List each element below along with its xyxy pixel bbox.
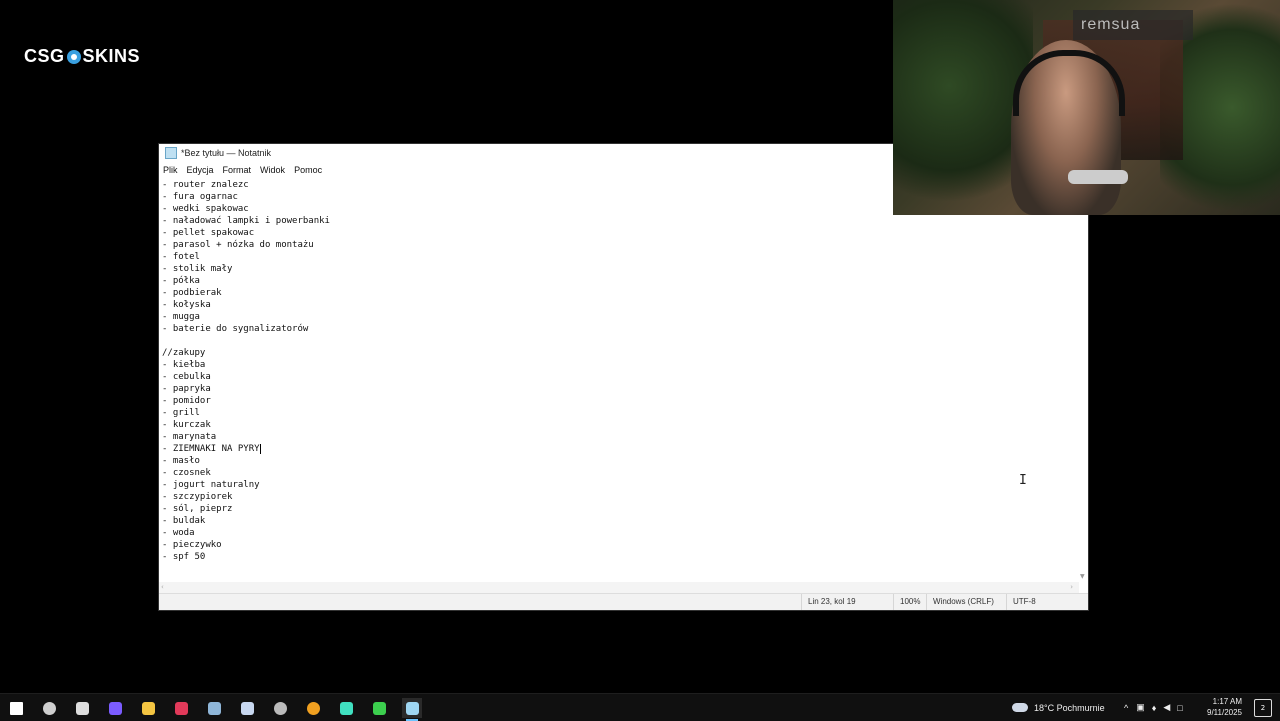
- window-title: *Bez tytułu — Notatnik: [181, 148, 272, 158]
- cloud-icon: [1012, 703, 1028, 712]
- text-line: - półka: [162, 276, 200, 286]
- text-line: - sól, pieprz: [162, 504, 233, 514]
- clock-date: 9/11/2025: [1207, 708, 1242, 717]
- text-line: - mugga: [162, 312, 200, 322]
- chrome-icon[interactable]: [303, 698, 323, 718]
- notepad-icon-glyph: [405, 701, 419, 715]
- text-line: - cebulka: [162, 372, 211, 382]
- steam-icon[interactable]: [204, 698, 224, 718]
- app-red-icon[interactable]: [171, 698, 191, 718]
- app-green-icon[interactable]: [369, 698, 389, 718]
- notification-count: 2: [1260, 704, 1266, 712]
- text-line: - pellet spakowac: [162, 228, 255, 238]
- text-line: - grill: [162, 408, 200, 418]
- scroll-right-icon[interactable]: ›: [1070, 583, 1073, 591]
- start-button-glyph: [9, 701, 23, 715]
- text-line: - kurczak: [162, 420, 211, 430]
- status-bar: Lin 23, kol 19 100% Windows (CRLF) UTF-8: [159, 593, 1088, 610]
- text-line: - naładować lampki i powerbanki: [162, 216, 330, 226]
- status-cursor-position: Lin 23, kol 19: [801, 594, 888, 610]
- app-wave-icon[interactable]: [336, 698, 356, 718]
- terminal-icon-glyph: [75, 701, 89, 715]
- app-circle-icon-glyph: [273, 701, 287, 715]
- clock[interactable]: 1:17 AM 9/11/2025: [1207, 696, 1242, 718]
- webcam-overlay: remsua: [893, 0, 1280, 215]
- app-circle-icon[interactable]: [270, 698, 290, 718]
- text-line: - papryka: [162, 384, 211, 394]
- menu-view[interactable]: Widok: [260, 165, 285, 175]
- weather-text: 18°C Pochmurnie: [1034, 702, 1105, 713]
- taskbar: 18°C Pochmurnie ^ ▣ ♦ ◀ □ 1:17 AM 9/11/2…: [0, 693, 1280, 721]
- text-line: - szczypiorek: [162, 492, 233, 502]
- text-line: - jogurt naturalny: [162, 480, 260, 490]
- status-zoom: 100%: [893, 594, 924, 610]
- app-purple-icon-glyph: [108, 701, 122, 715]
- text-line: - stolik mały: [162, 264, 233, 274]
- start-button[interactable]: [6, 698, 26, 718]
- csgoskins-logo: CSG SKINS: [24, 46, 140, 67]
- tray-chevron-icon[interactable]: ^: [1124, 703, 1128, 713]
- text-editor-area[interactable]: - router znalezc - fura ogarnac - wedki sp…: [159, 179, 1079, 582]
- menu-file[interactable]: Plik: [163, 165, 178, 175]
- microphone-icon[interactable]: ♦: [1152, 703, 1157, 713]
- status-line-ending: Windows (CRLF): [926, 594, 1003, 610]
- clock-time: 1:17 AM: [1212, 697, 1242, 706]
- network-icon[interactable]: □: [1177, 703, 1182, 713]
- status-encoding: UTF-8: [1006, 594, 1073, 610]
- text-line: - fotel: [162, 252, 200, 262]
- tray-app-icon[interactable]: ▣: [1136, 702, 1145, 713]
- text-line: //zakupy: [162, 348, 206, 358]
- scroll-left-icon[interactable]: ‹: [161, 583, 164, 591]
- menu-edit[interactable]: Edycja: [187, 165, 214, 175]
- text-line: - ZIEMNAKI NA PYRY: [162, 443, 261, 454]
- calendar-icon[interactable]: [237, 698, 257, 718]
- text-cursor-icon: I: [1019, 473, 1027, 488]
- text-line: - baterie do sygnalizatorów: [162, 324, 309, 334]
- text-line: - kołyska: [162, 300, 211, 310]
- menu-help[interactable]: Pomoc: [294, 165, 322, 175]
- chrome-icon-glyph: [306, 701, 320, 715]
- webcam-neon-sign: remsua: [1073, 10, 1193, 40]
- weather-widget[interactable]: 18°C Pochmurnie: [1012, 694, 1105, 721]
- vertical-scrollbar[interactable]: ▼: [1079, 179, 1088, 582]
- cortana-icon[interactable]: [39, 698, 59, 718]
- notepad-app-icon: [165, 147, 177, 159]
- text-line: [162, 335, 1079, 347]
- text-line: - kiełba: [162, 360, 206, 370]
- logo-text-left: CSG: [24, 46, 65, 66]
- text-line: - podbierak: [162, 288, 222, 298]
- logo-target-icon: [66, 49, 81, 64]
- webcam-microphone: [1068, 170, 1128, 184]
- notepad-icon[interactable]: [402, 698, 422, 721]
- notification-center-button[interactable]: 2: [1254, 699, 1272, 717]
- text-line: - czosnek: [162, 468, 211, 478]
- text-line: - parasol + nózka do montażu: [162, 240, 314, 250]
- scroll-down-icon[interactable]: ▼: [1080, 573, 1085, 580]
- file-explorer-icon[interactable]: [138, 698, 158, 718]
- app-red-icon-glyph: [174, 701, 188, 715]
- file-explorer-icon-glyph: [141, 701, 155, 715]
- text-line: - masło: [162, 456, 200, 466]
- calendar-icon-glyph: [240, 701, 254, 715]
- logo-text-right: SKINS: [82, 46, 141, 66]
- text-line: - marynata: [162, 432, 217, 442]
- text-caret: [259, 443, 261, 454]
- app-green-icon-glyph: [372, 701, 386, 715]
- steam-icon-glyph: [207, 701, 221, 715]
- volume-icon[interactable]: ◀: [1163, 702, 1170, 713]
- text-line: - woda: [162, 528, 195, 538]
- terminal-icon[interactable]: [72, 698, 92, 718]
- menu-format[interactable]: Format: [223, 165, 252, 175]
- text-line: - pieczywko: [162, 540, 222, 550]
- text-line: - pomidor: [162, 396, 211, 406]
- system-tray: ^ ▣ ♦ ◀ □: [1124, 694, 1183, 721]
- app-wave-icon-glyph: [339, 701, 353, 715]
- app-purple-icon[interactable]: [105, 698, 125, 718]
- text-line: - spf 50: [162, 552, 206, 562]
- text-line: - buldak: [162, 516, 206, 526]
- cortana-icon-glyph: [42, 701, 56, 715]
